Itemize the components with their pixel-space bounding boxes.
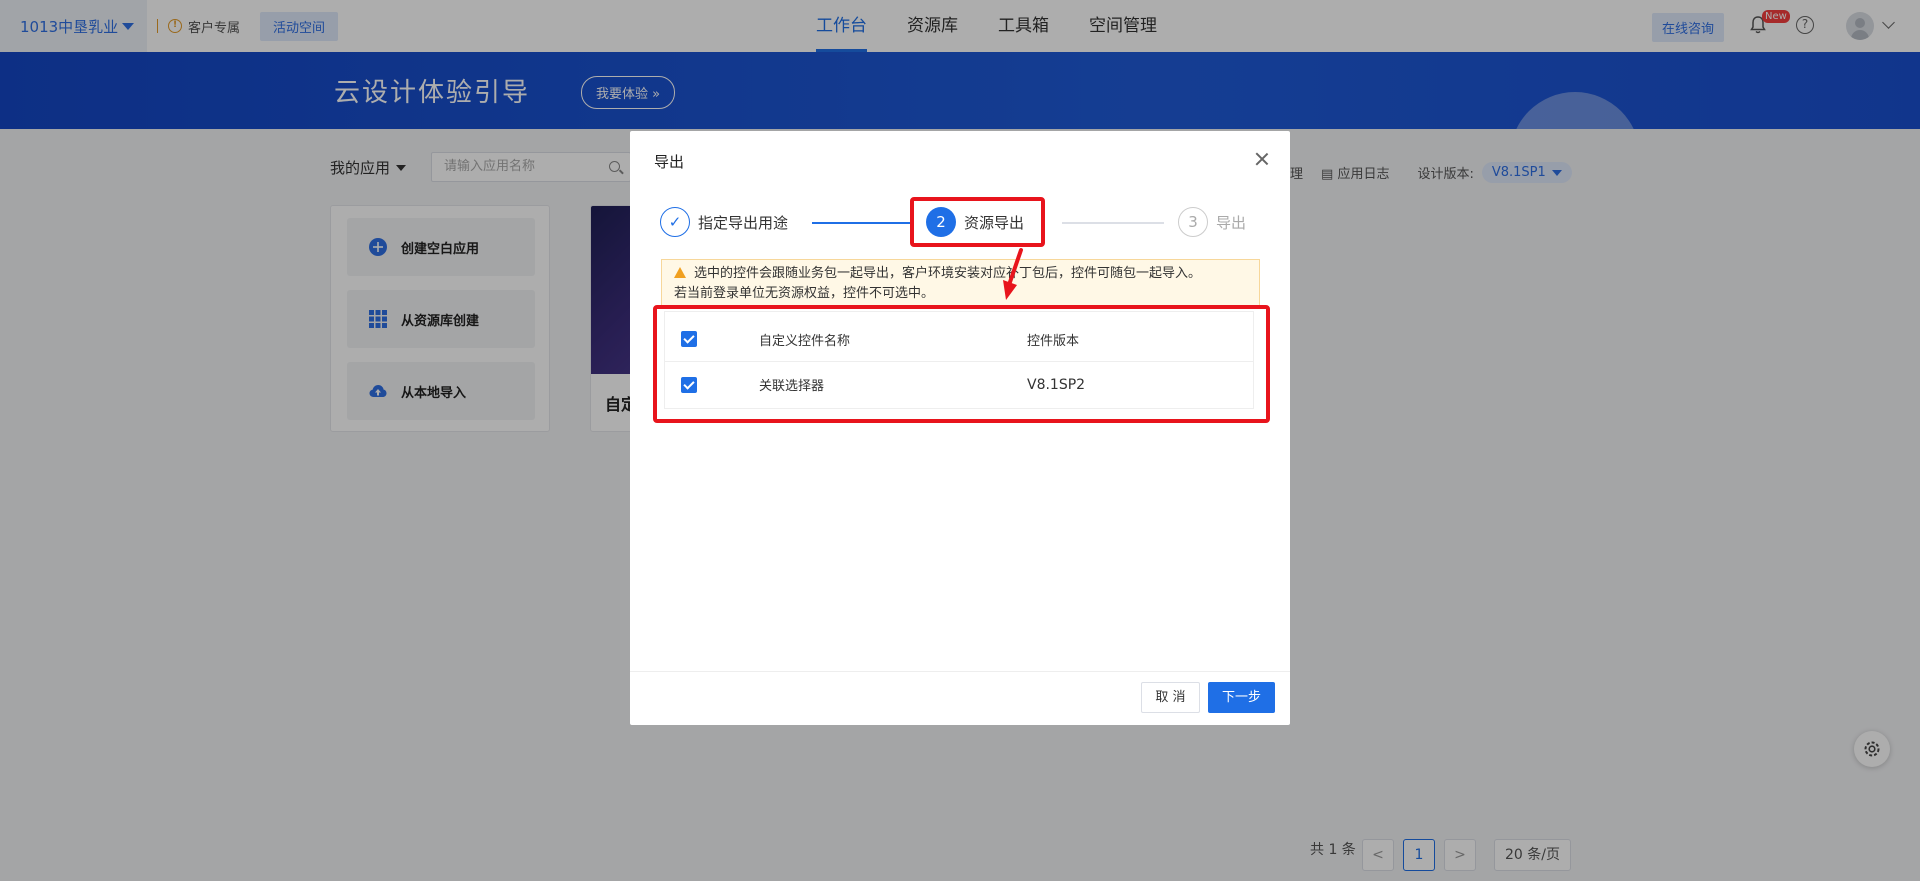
footer-divider (630, 671, 1290, 672)
annotation-box-step (910, 197, 1045, 247)
step-3-number: 3 (1178, 207, 1208, 237)
warning-icon (674, 267, 686, 278)
warning-line-2: 若当前登录单位无资源权益，控件不可选中。 (674, 286, 935, 301)
warning-alert: 选中的控件会跟随业务包一起导出，客户环境安装对应补丁包后，控件可随包一起导入。 … (661, 259, 1260, 307)
warning-line-1: 选中的控件会跟随业务包一起导出，客户环境安装对应补丁包后，控件可随包一起导入。 (694, 266, 1202, 281)
step-1-label: 指定导出用途 (698, 213, 789, 232)
step-connector (812, 222, 910, 224)
step-3-label: 导出 (1216, 213, 1247, 232)
step-connector (1062, 222, 1164, 224)
step-1: ✓ 指定导出用途 (660, 207, 788, 237)
close-icon[interactable] (1254, 151, 1270, 167)
annotation-box-table (653, 305, 1270, 423)
modal-title: 导出 (654, 153, 685, 171)
step-3: 3 导出 (1178, 207, 1246, 237)
cancel-button[interactable]: 取 消 (1141, 682, 1200, 713)
check-icon: ✓ (660, 207, 690, 237)
next-step-button[interactable]: 下一步 (1208, 682, 1275, 713)
